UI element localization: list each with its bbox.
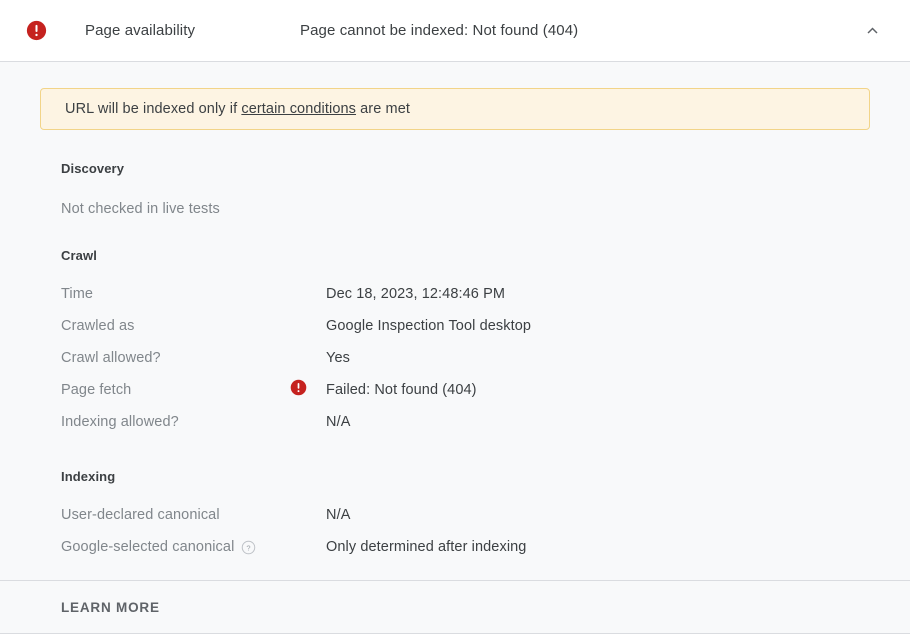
table-row: User-declared canonical N/A xyxy=(61,499,910,531)
section-indexing: Indexing User-declared canonical N/A Goo… xyxy=(0,469,910,563)
indexing-details-table: User-declared canonical N/A Google-selec… xyxy=(61,499,910,563)
row-label: Crawl allowed? xyxy=(61,350,161,366)
table-row: Google-selected canonical ? Only determi… xyxy=(61,531,910,563)
row-label: Indexing allowed? xyxy=(61,414,179,430)
crawl-details-table: Time Dec 18, 2023, 12:48:46 PM Crawled a… xyxy=(61,278,910,438)
discovery-note: Not checked in live tests xyxy=(61,201,220,217)
row-label-text: User-declared canonical xyxy=(61,507,220,523)
row-label: Crawled as xyxy=(61,318,135,334)
section-title-discovery: Discovery xyxy=(61,161,125,176)
status-summary: Page cannot be indexed: Not found (404) xyxy=(300,22,579,39)
notice-text-after: are met xyxy=(356,101,411,117)
row-value: N/A xyxy=(326,414,351,430)
panel-footer: LEARN MORE xyxy=(0,580,910,634)
row-value: N/A xyxy=(326,507,351,523)
section-title-indexing: Indexing xyxy=(61,469,116,484)
row-label: User-declared canonical xyxy=(61,507,290,523)
row-value: Only determined after indexing xyxy=(326,539,527,555)
help-icon[interactable]: ? xyxy=(241,540,256,555)
page-availability-panel: Page availability Page cannot be indexed… xyxy=(0,0,910,634)
notice-text: URL will be indexed only if certain cond… xyxy=(65,101,410,117)
page-title: Page availability xyxy=(85,22,196,39)
row-value: Yes xyxy=(326,350,350,366)
row-value: Dec 18, 2023, 12:48:46 PM xyxy=(326,286,506,302)
section-crawl: Crawl Time Dec 18, 2023, 12:48:46 PM Cra… xyxy=(0,248,910,438)
svg-text:?: ? xyxy=(247,543,251,552)
row-label: Time xyxy=(61,286,94,302)
table-row: Page fetch Failed: Not found (404) xyxy=(61,374,910,406)
row-value: Google Inspection Tool desktop xyxy=(326,318,532,334)
section-title-crawl: Crawl xyxy=(61,248,97,263)
table-row: Time Dec 18, 2023, 12:48:46 PM xyxy=(61,278,910,310)
notice-text-before: URL will be indexed only if xyxy=(65,101,242,117)
row-label-text: Google-selected canonical xyxy=(61,539,235,555)
row-label: Page fetch xyxy=(61,382,132,398)
error-icon xyxy=(24,19,48,43)
indexing-conditions-notice: URL will be indexed only if certain cond… xyxy=(40,88,870,130)
table-row: Crawl allowed? Yes xyxy=(61,342,910,374)
table-row: Crawled as Google Inspection Tool deskto… xyxy=(61,310,910,342)
row-label: Google-selected canonical ? xyxy=(61,539,290,555)
table-row: Indexing allowed? N/A xyxy=(61,406,910,438)
row-value: Failed: Not found (404) xyxy=(326,382,477,398)
row-status-icon-slot xyxy=(290,379,326,401)
certain-conditions-link[interactable]: certain conditions xyxy=(241,101,356,117)
learn-more-button[interactable]: LEARN MORE xyxy=(61,600,160,615)
section-discovery: Discovery Not checked in live tests xyxy=(0,161,910,217)
chevron-up-icon[interactable] xyxy=(848,7,896,55)
panel-body: URL will be indexed only if certain cond… xyxy=(0,62,910,580)
error-icon xyxy=(290,379,307,401)
panel-header[interactable]: Page availability Page cannot be indexed… xyxy=(0,0,910,62)
